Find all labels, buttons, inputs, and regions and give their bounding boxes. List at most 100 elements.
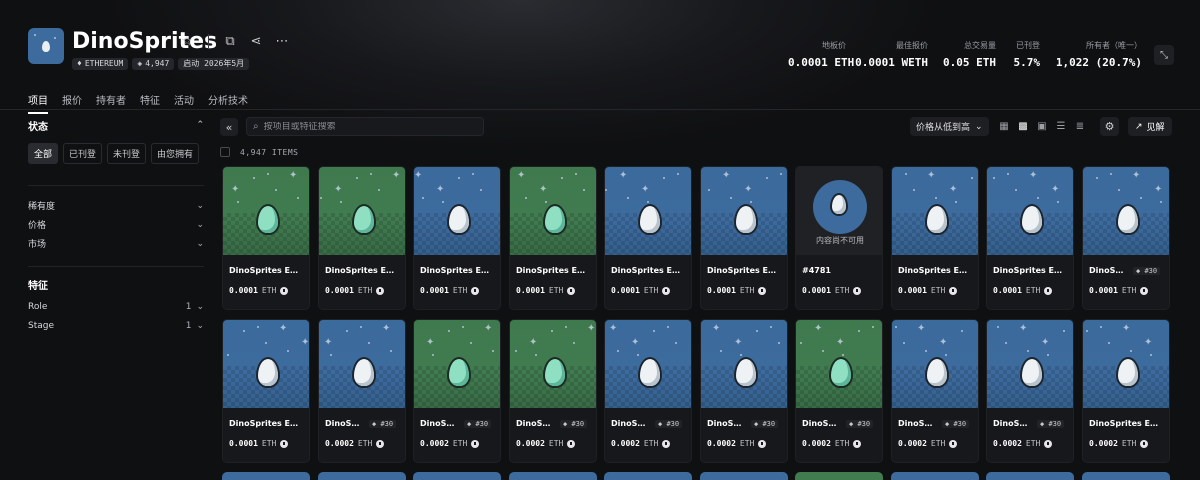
nft-price: 0.0002 ETH [516,439,576,448]
price-currency: ETH [643,439,659,448]
copy-icon[interactable]: ⧉ [223,34,237,49]
nft-card-peek[interactable] [413,472,501,480]
nft-name: DinoSprites Egg ... [898,266,970,275]
nft-card[interactable]: 内容尚不可用 #4781 0.0001 ETH [795,166,883,310]
nft-card[interactable]: ✦✦DinoSpri...◆ #300.0002ETH [509,319,597,463]
nft-image: ✦ ✦ [319,320,405,408]
settings-button[interactable]: ⚙ [1100,117,1119,136]
nft-card[interactable]: ✦✦DinoSpri...◆ #300.0002ETH [700,319,788,463]
filter-price[interactable]: 价格 ⌄ [28,215,204,234]
egg-sprite [545,206,565,233]
marketplace-icon [376,286,385,295]
price-amount: 0.0001 [325,286,354,295]
nft-card[interactable]: ✦✦DinoSprites Egg ...0.0001ETH [604,166,692,310]
nft-card-peek[interactable] [604,472,692,480]
divider [208,34,209,48]
filter-label: 价格 [28,221,47,231]
nft-card[interactable]: ✦✦DinoSprites Egg ...0.0001ETH [509,166,597,310]
star-icon[interactable]: ☆ [180,34,194,49]
nft-card-peek[interactable] [700,472,788,480]
sparkle-icon: ✦ [712,323,721,334]
nft-card-peek[interactable] [1082,472,1170,480]
supply-badge: ◈ 4,947 [132,58,175,70]
select-all-checkbox[interactable] [220,147,230,157]
search-box[interactable]: ⌕ [246,117,484,136]
sparkle-icon: ✦ [619,170,628,181]
rank-value: #30 [666,419,680,428]
filter-marketplace[interactable]: 市场 ⌄ [28,234,204,253]
nft-card[interactable]: ✦✦DinoSprites Egg ...0.0001ETH [986,166,1074,310]
nft-price: 0.0001 ETH [516,286,576,295]
tab-holders[interactable]: 持有者 [96,92,126,114]
nft-card[interactable]: ✦✦DinoSpri...◆ #300.0002ETH [604,319,692,463]
trait-stage[interactable]: Stage 1 ⌄ [28,316,204,335]
chain-badge: ♦ ETHEREUM [72,58,129,70]
share-icon[interactable]: ⋖ [249,34,263,49]
status-section-header[interactable]: 状态 ⌃ [28,118,204,133]
filter-rarity[interactable]: 稀有度 ⌄ [28,196,204,215]
nft-card-peek[interactable] [318,472,406,480]
grid-small-icon[interactable]: ▩ [1017,120,1029,132]
tab-offers[interactable]: 报价 [62,92,82,114]
nft-card-peek[interactable] [222,472,310,480]
chip-unlisted[interactable]: 未刊登 [107,143,147,164]
nft-card-peek[interactable] [509,472,597,480]
nft-name-row: DinoSpri... ◆ #30 [993,419,1065,428]
collapse-sidebar-button[interactable]: « [220,118,238,136]
nft-card-peek[interactable] [986,472,1074,480]
sparkle-icon: ✦ [426,337,435,348]
tab-analytics[interactable]: 分析技术 [208,92,248,114]
nft-card[interactable]: ✦✦DinoSprites Egg ...0.0002ETH [1082,319,1170,463]
chip-listed[interactable]: 已刊登 [63,143,103,164]
price-currency: ETH [548,286,564,295]
nft-price: 0.0001 ETH [229,286,289,295]
nft-card[interactable]: ✦✦DinoSprites Egg ...0.0001ETH [318,166,406,310]
nft-card[interactable]: ✦✦DinoSprites Egg ...0.0001ETH [700,166,788,310]
search-input[interactable] [263,121,474,132]
egg-sprite [927,206,947,233]
nft-card[interactable]: ✦✦DinoSpri...◆ #300.0002ETH [413,319,501,463]
marketplace-icon [853,286,862,295]
price-currency: ETH [548,439,564,448]
nft-image: ✦ ✦ [987,167,1073,255]
nft-card[interactable]: ✦✦DinoSprites Egg ...0.0001ETH [222,166,310,310]
nft-card[interactable]: ✦✦DinoSprites Egg ...0.0001ETH [413,166,501,310]
nft-card[interactable]: ✦✦DinoSprites Egg ...0.0001ETH [222,319,310,463]
price-amount: 0.0002 [993,439,1022,448]
tab-traits[interactable]: 特征 [140,92,160,114]
sparkle-icon: ✦ [539,184,548,195]
nft-image: ✦ ✦ [1083,320,1169,408]
tab-items[interactable]: 项目 [28,92,48,114]
grid-large-icon[interactable]: ▦ [998,120,1010,132]
price-amount: 0.0002 [802,439,831,448]
nft-card[interactable]: ✦✦DinoSpri...◆ #300.0002ETH [986,319,1074,463]
chip-all[interactable]: 全部 [28,143,59,164]
egg-sprite [640,206,660,233]
nft-card-peek[interactable] [891,472,979,480]
chevron-down-icon: ⌄ [196,238,204,249]
expand-button[interactable]: ⤡ [1154,45,1174,65]
rank-value: #30 [1048,419,1062,428]
nft-price: 0.0001 ETH [420,286,480,295]
nft-card[interactable]: ✦✦DinoSpri...◆ #300.0002ETH [795,319,883,463]
insights-button[interactable]: ↗ 见解 [1128,117,1172,136]
list-icon[interactable]: ☰ [1055,120,1067,132]
nft-card[interactable]: ✦✦DinoSprites Egg ...0.0001ETH [891,166,979,310]
marketplace-icon [1044,439,1053,448]
more-icon[interactable]: ⋯ [275,34,289,49]
marketplace-icon [1140,439,1149,448]
tab-activity[interactable]: 活动 [174,92,194,114]
nft-card-peek[interactable] [795,472,883,480]
trait-role[interactable]: Role 1 ⌄ [28,297,204,316]
collection-stats: 地板价 0.0001 ETH 最佳报价 0.0001 WETH 总交易量 0.0… [788,40,1142,69]
price-currency: ETH [1121,439,1137,448]
chip-owned[interactable]: 由您拥有 [151,143,200,164]
sparkle-icon: ✦ [814,323,823,334]
nft-card[interactable]: ✦✦DinoSpri...◆ #300.0002ETH [891,319,979,463]
nft-card[interactable]: ✦✦DinoSpri...◆ #300.0001ETH [1082,166,1170,310]
nft-name-row: DinoSpri... ◆ #30 [325,419,397,428]
sort-dropdown[interactable]: 价格从低到高 ⌄ [910,117,989,136]
grid-mixed-icon[interactable]: ▣ [1036,120,1048,132]
table-icon[interactable]: ≣ [1074,120,1086,132]
nft-card[interactable]: ✦✦DinoSpri...◆ #300.0002ETH [318,319,406,463]
